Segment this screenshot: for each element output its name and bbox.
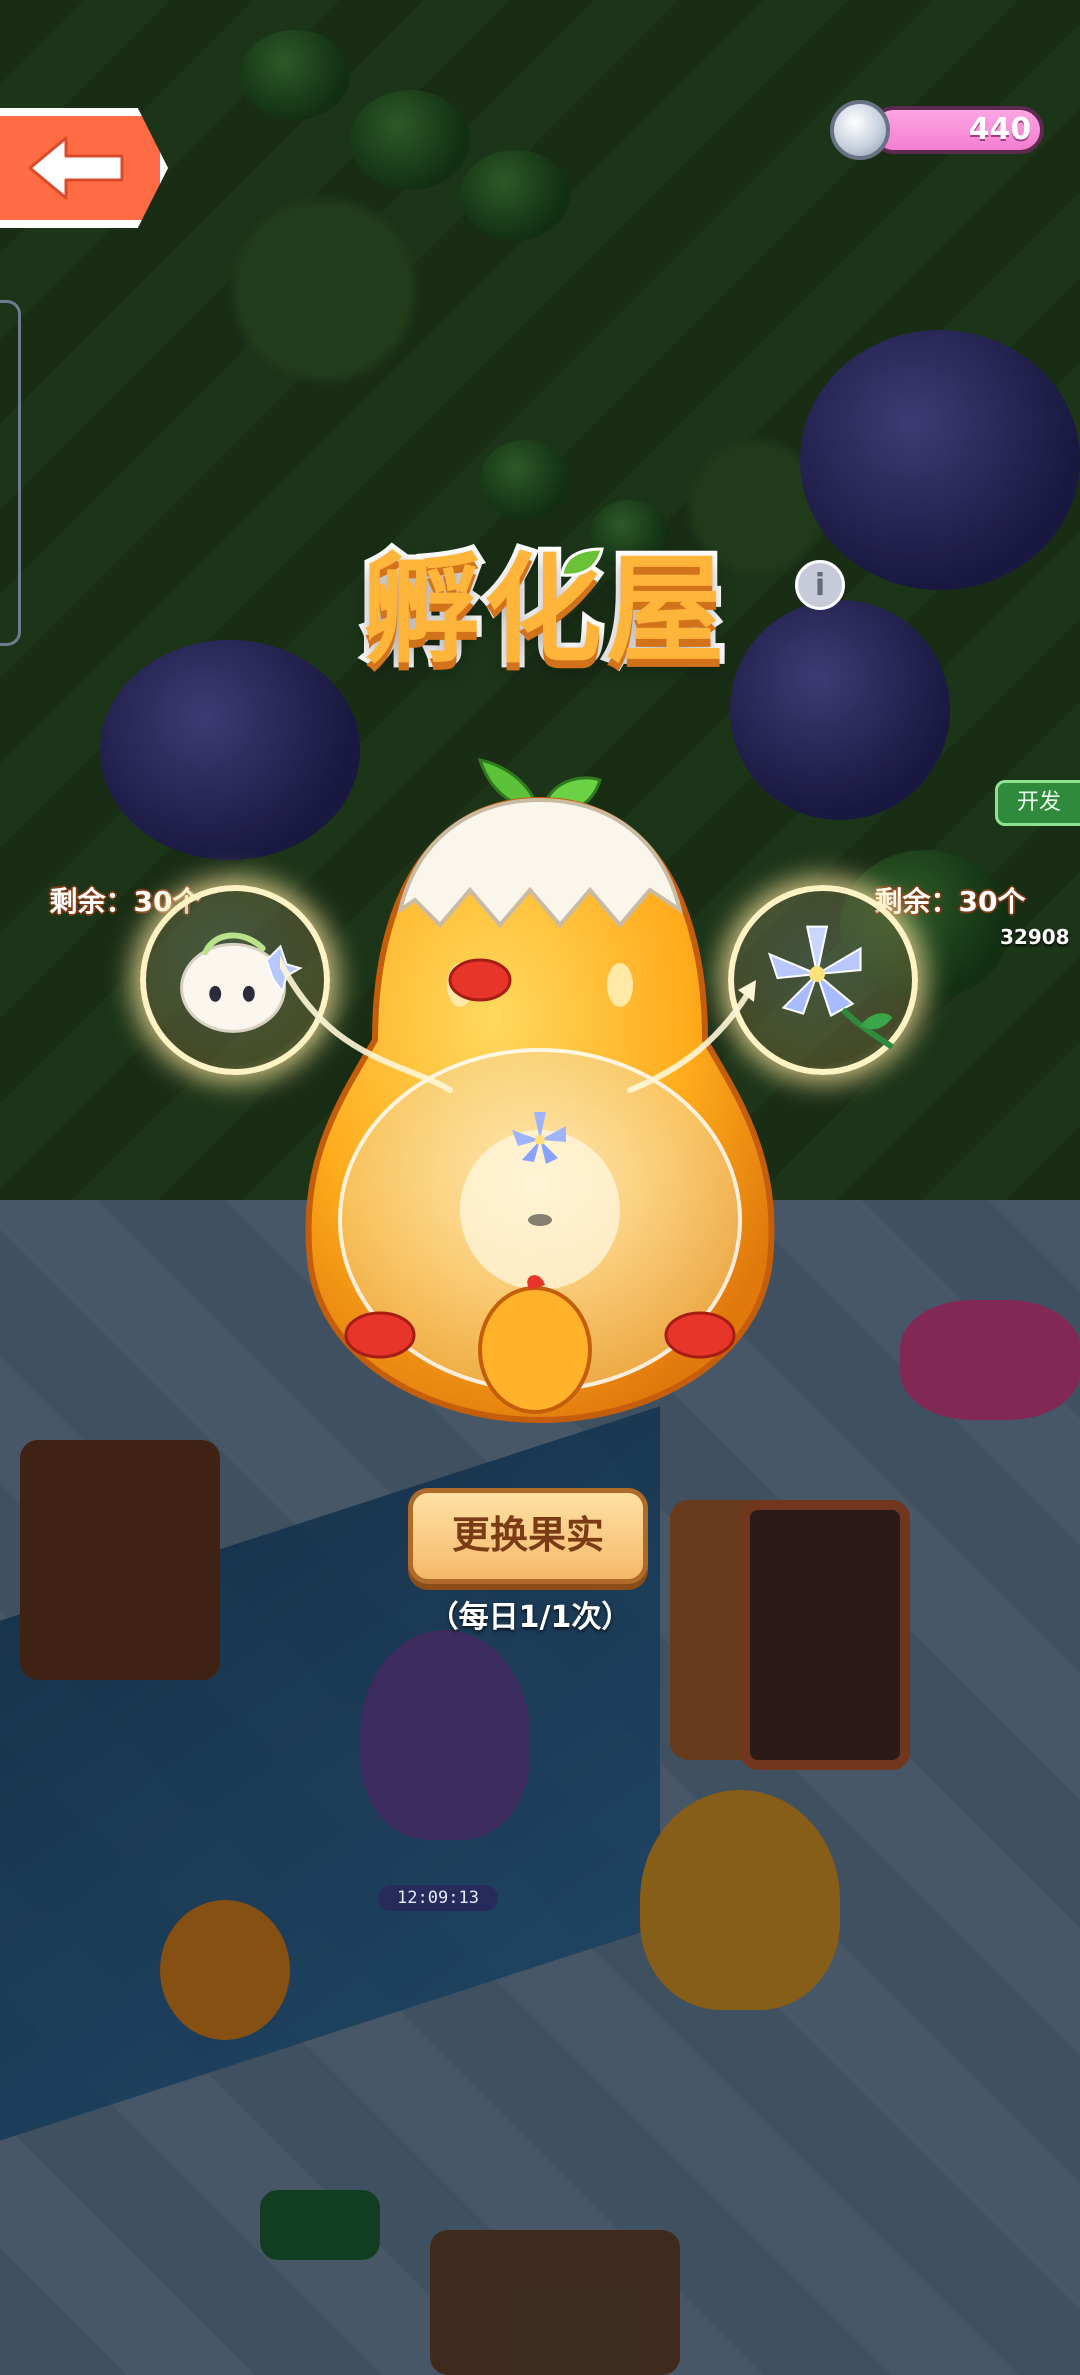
coin-bar: 440	[870, 106, 1044, 154]
info-icon[interactable]: i	[795, 560, 845, 610]
back-button[interactable]	[0, 108, 168, 228]
partial-counter: 32908	[1000, 925, 1070, 949]
silver-coin-icon	[830, 100, 890, 160]
leaf-icon	[560, 547, 604, 577]
building-timer: 12:09:13	[378, 1885, 498, 1911]
dev-tag[interactable]: 开发	[995, 780, 1080, 826]
coin-counter: 440	[830, 100, 1048, 160]
daily-limit-text: （每日1/1次）	[428, 1600, 632, 1635]
page-title: 孵化屋	[357, 536, 729, 684]
side-panel-tab[interactable]	[0, 300, 21, 646]
coin-count: 440	[968, 112, 1032, 147]
back-arrow-icon	[28, 136, 124, 200]
change-fruit-button[interactable]: 更换果实	[408, 1488, 648, 1584]
egg-chick-incubator-icon	[280, 758, 775, 1424]
